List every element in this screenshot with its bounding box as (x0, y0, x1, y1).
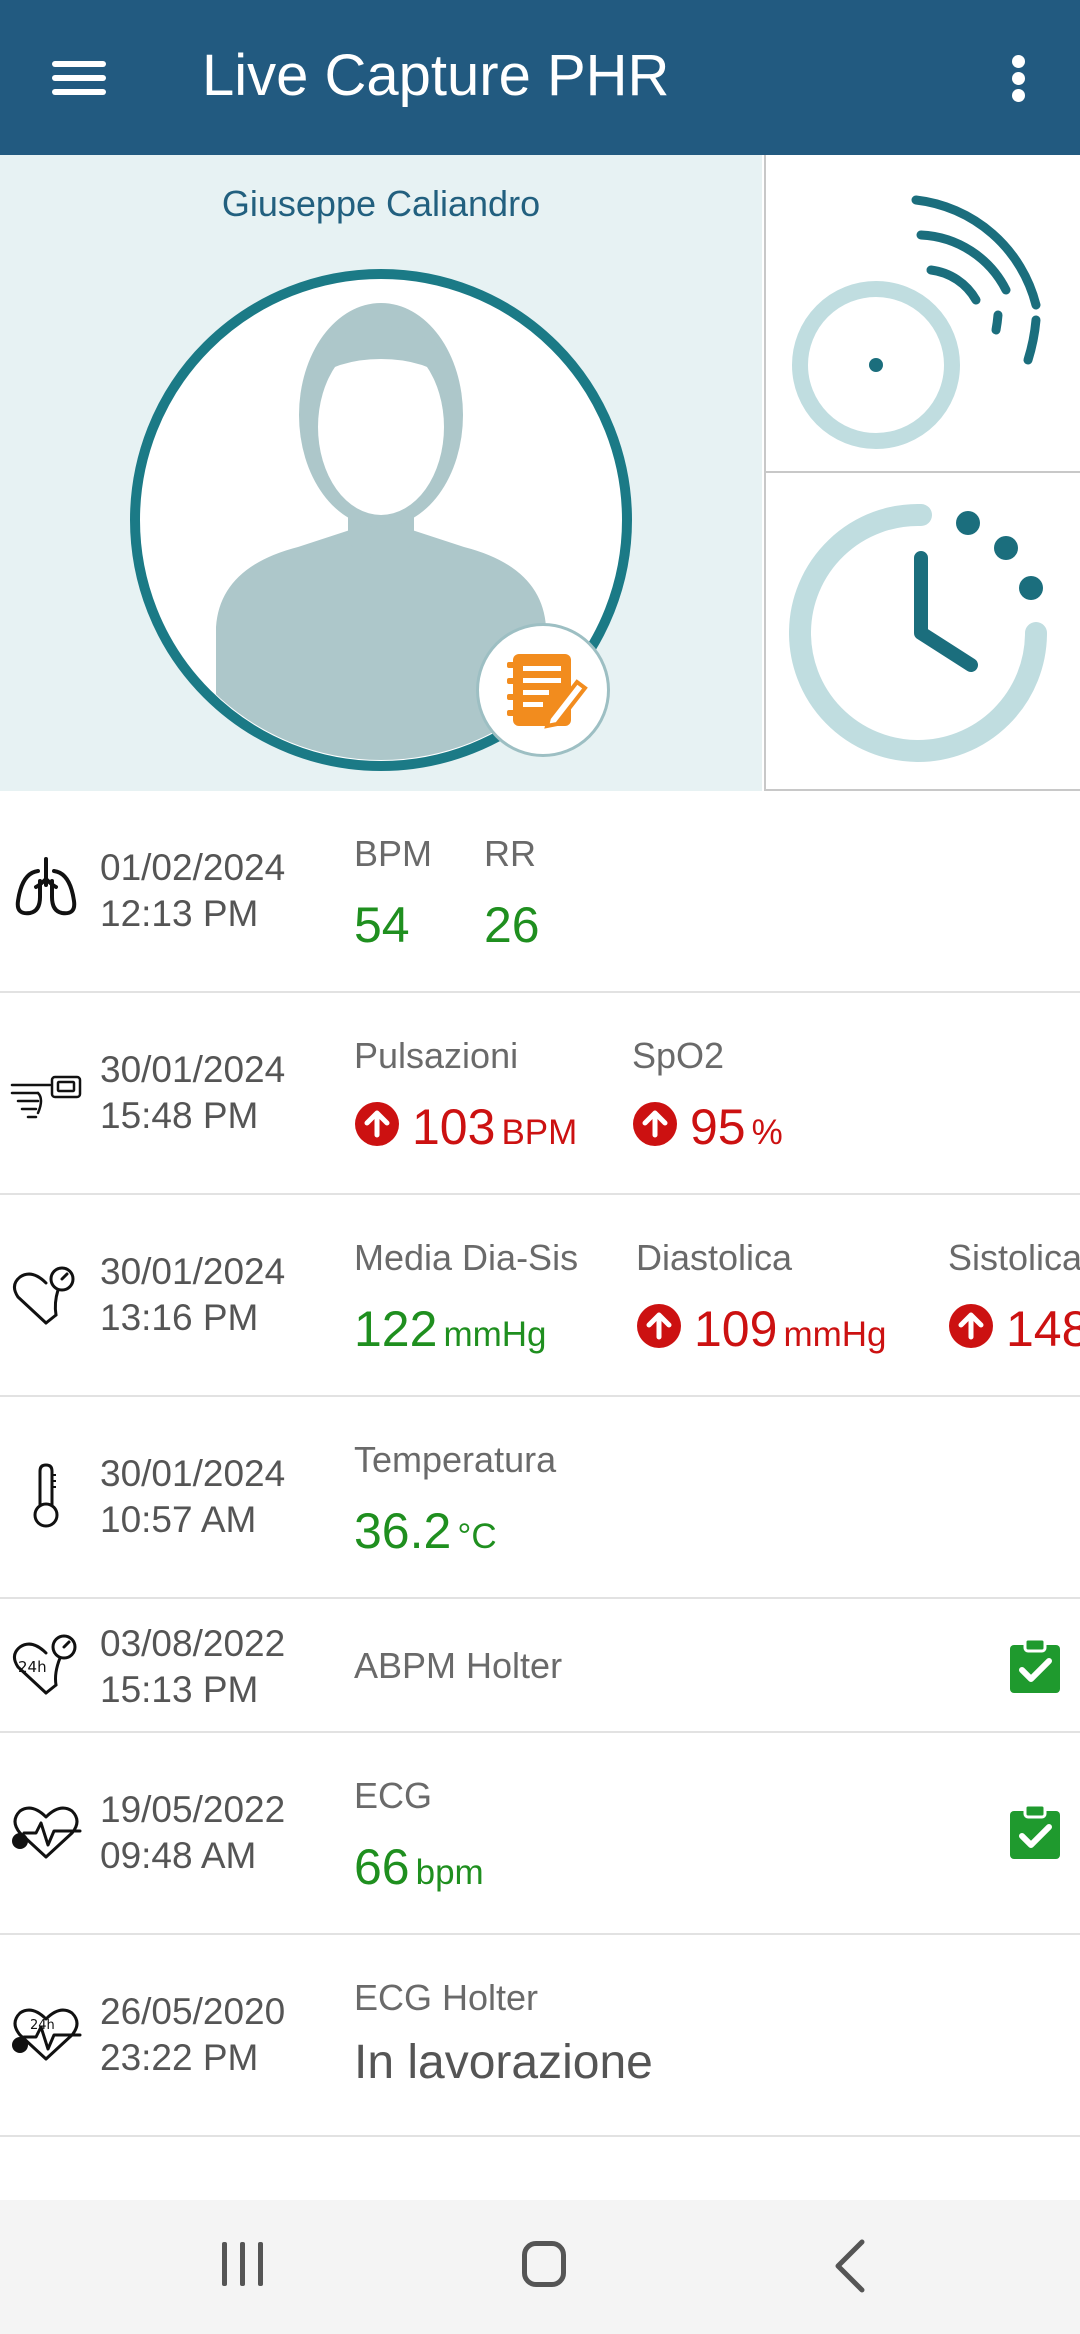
measurement-row-ecg[interactable]: 19/05/2022 09:48 AM ECG 66 bpm (0, 1733, 1080, 1935)
clock-history-icon (789, 503, 1047, 762)
measurement-time: 23:22 PM (100, 2037, 259, 2078)
system-navigation-bar (0, 2200, 1080, 2334)
arrow-up-alert-icon (637, 1304, 681, 1348)
metric-label: Diastolica (636, 1237, 793, 1278)
metric-value: 95% (632, 1097, 783, 1163)
measurement-datetime: 30/01/2024 13:16 PM (100, 1249, 285, 1341)
hamburger-menu-icon[interactable] (40, 45, 120, 110)
metric-label: BPM (354, 833, 433, 874)
history-timer-tile[interactable] (764, 473, 1080, 791)
measurement-date: 26/05/2020 (100, 1991, 286, 2032)
clipboard-check-icon (1010, 1637, 1060, 1693)
metric-label: ECG (354, 1775, 433, 1816)
metric-label: Pulsazioni (354, 1035, 519, 1076)
metric-value: 66 bpm (354, 1839, 484, 1895)
measurement-time: 13:16 PM (100, 1297, 259, 1338)
measurement-time: 12:13 PM (100, 893, 259, 934)
measurement-date: 30/01/2024 (100, 1049, 286, 1090)
measurement-time: 09:48 AM (100, 1835, 257, 1876)
lungs-icon (15, 857, 77, 916)
arrow-up-alert-icon (355, 1102, 399, 1146)
app-title: Live Capture PHR (202, 43, 670, 108)
recent-apps-button[interactable] (220, 2242, 266, 2286)
measurement-row-abpm-holter[interactable]: 24h 03/08/2022 15:13 PM ABPM Holter (0, 1599, 1080, 1733)
abpm-holter-icon: 24h (13, 1634, 77, 1695)
measurement-row-spirometry[interactable]: 01/02/2024 12:13 PM BPM 54 RR 26 (0, 791, 1080, 993)
measurement-time: 15:48 PM (100, 1095, 259, 1136)
back-button[interactable] (826, 2238, 876, 2294)
blood-pressure-icon (13, 1266, 75, 1325)
measurement-date: 01/02/2024 (100, 847, 286, 888)
metric-label: RR (484, 833, 536, 874)
metric-value: 103 BPM (354, 1097, 577, 1163)
metric-value: 26 (484, 897, 540, 953)
metric-label: Sistolica (948, 1237, 1080, 1278)
metric-value: 148 (948, 1299, 1080, 1359)
patient-name: Giuseppe Caliandro (221, 183, 541, 224)
measurement-date: 30/01/2024 (100, 1453, 286, 1494)
pulse-oximeter-icon (10, 1075, 82, 1119)
metric-value: 122 mmHg (354, 1301, 547, 1357)
metric-label: Media Dia-Sis (354, 1237, 579, 1278)
overflow-menu-icon[interactable] (1000, 45, 1040, 110)
measurement-datetime: 30/01/2024 15:48 PM (100, 1047, 285, 1139)
measurement-row-ecg-holter[interactable]: 24h 26/05/2020 23:22 PM ECG Holter In la… (0, 1935, 1080, 2137)
processing-status: In lavorazione (354, 2036, 653, 2089)
arrow-up-alert-icon (949, 1304, 993, 1348)
measurement-row-temperature[interactable]: 30/01/2024 10:57 AM Temperatura 36.2 °C (0, 1397, 1080, 1599)
measurement-row-oximetry[interactable]: 30/01/2024 15:48 PM Pulsazioni 103 BPM Sp… (0, 993, 1080, 1195)
notepad-icon (507, 654, 588, 729)
home-button[interactable] (522, 2241, 566, 2287)
measurement-datetime: 01/02/2024 12:13 PM (100, 845, 285, 937)
live-capture-tile[interactable] (764, 155, 1080, 473)
measurement-datetime: 03/08/2022 15:13 PM (100, 1621, 285, 1713)
measurement-time: 10:57 AM (100, 1499, 257, 1540)
app-bar: Live Capture PHR (0, 0, 1080, 155)
thermometer-icon (33, 1463, 59, 1528)
svg-text:24h: 24h (30, 2018, 55, 2033)
measurement-date: 30/01/2024 (100, 1251, 286, 1292)
measurement-datetime: 19/05/2022 09:48 AM (100, 1787, 285, 1879)
wireless-sensor-icon (792, 195, 1041, 449)
exam-label: ABPM Holter (354, 1645, 563, 1686)
ecg-holter-icon: 24h (12, 2008, 82, 2061)
patient-profile-panel: Giuseppe Caliandro (0, 155, 762, 791)
exam-label: ECG Holter (354, 1977, 539, 2018)
metric-label: SpO2 (632, 1035, 725, 1076)
measurement-datetime: 26/05/2020 23:22 PM (100, 1989, 285, 2081)
metric-value: 36.2 °C (354, 1503, 497, 1559)
arrow-up-alert-icon (633, 1102, 677, 1146)
medical-notes-button[interactable] (476, 623, 610, 757)
measurement-time: 15:13 PM (100, 1669, 259, 1710)
measurement-datetime: 30/01/2024 10:57 AM (100, 1451, 285, 1543)
clipboard-check-icon (1010, 1803, 1060, 1859)
metric-label: Temperatura (354, 1439, 557, 1480)
ecg-heart-icon (12, 1806, 82, 1859)
metric-value: 54 (354, 897, 410, 953)
svg-text:24h: 24h (18, 1658, 47, 1676)
measurement-date: 03/08/2022 (100, 1623, 286, 1664)
measurement-row-blood-pressure[interactable]: 30/01/2024 13:16 PM Media Dia-Sis 122 mmH… (0, 1195, 1080, 1397)
metric-value: 109 mmHg (636, 1299, 887, 1365)
measurement-date: 19/05/2022 (100, 1789, 286, 1830)
